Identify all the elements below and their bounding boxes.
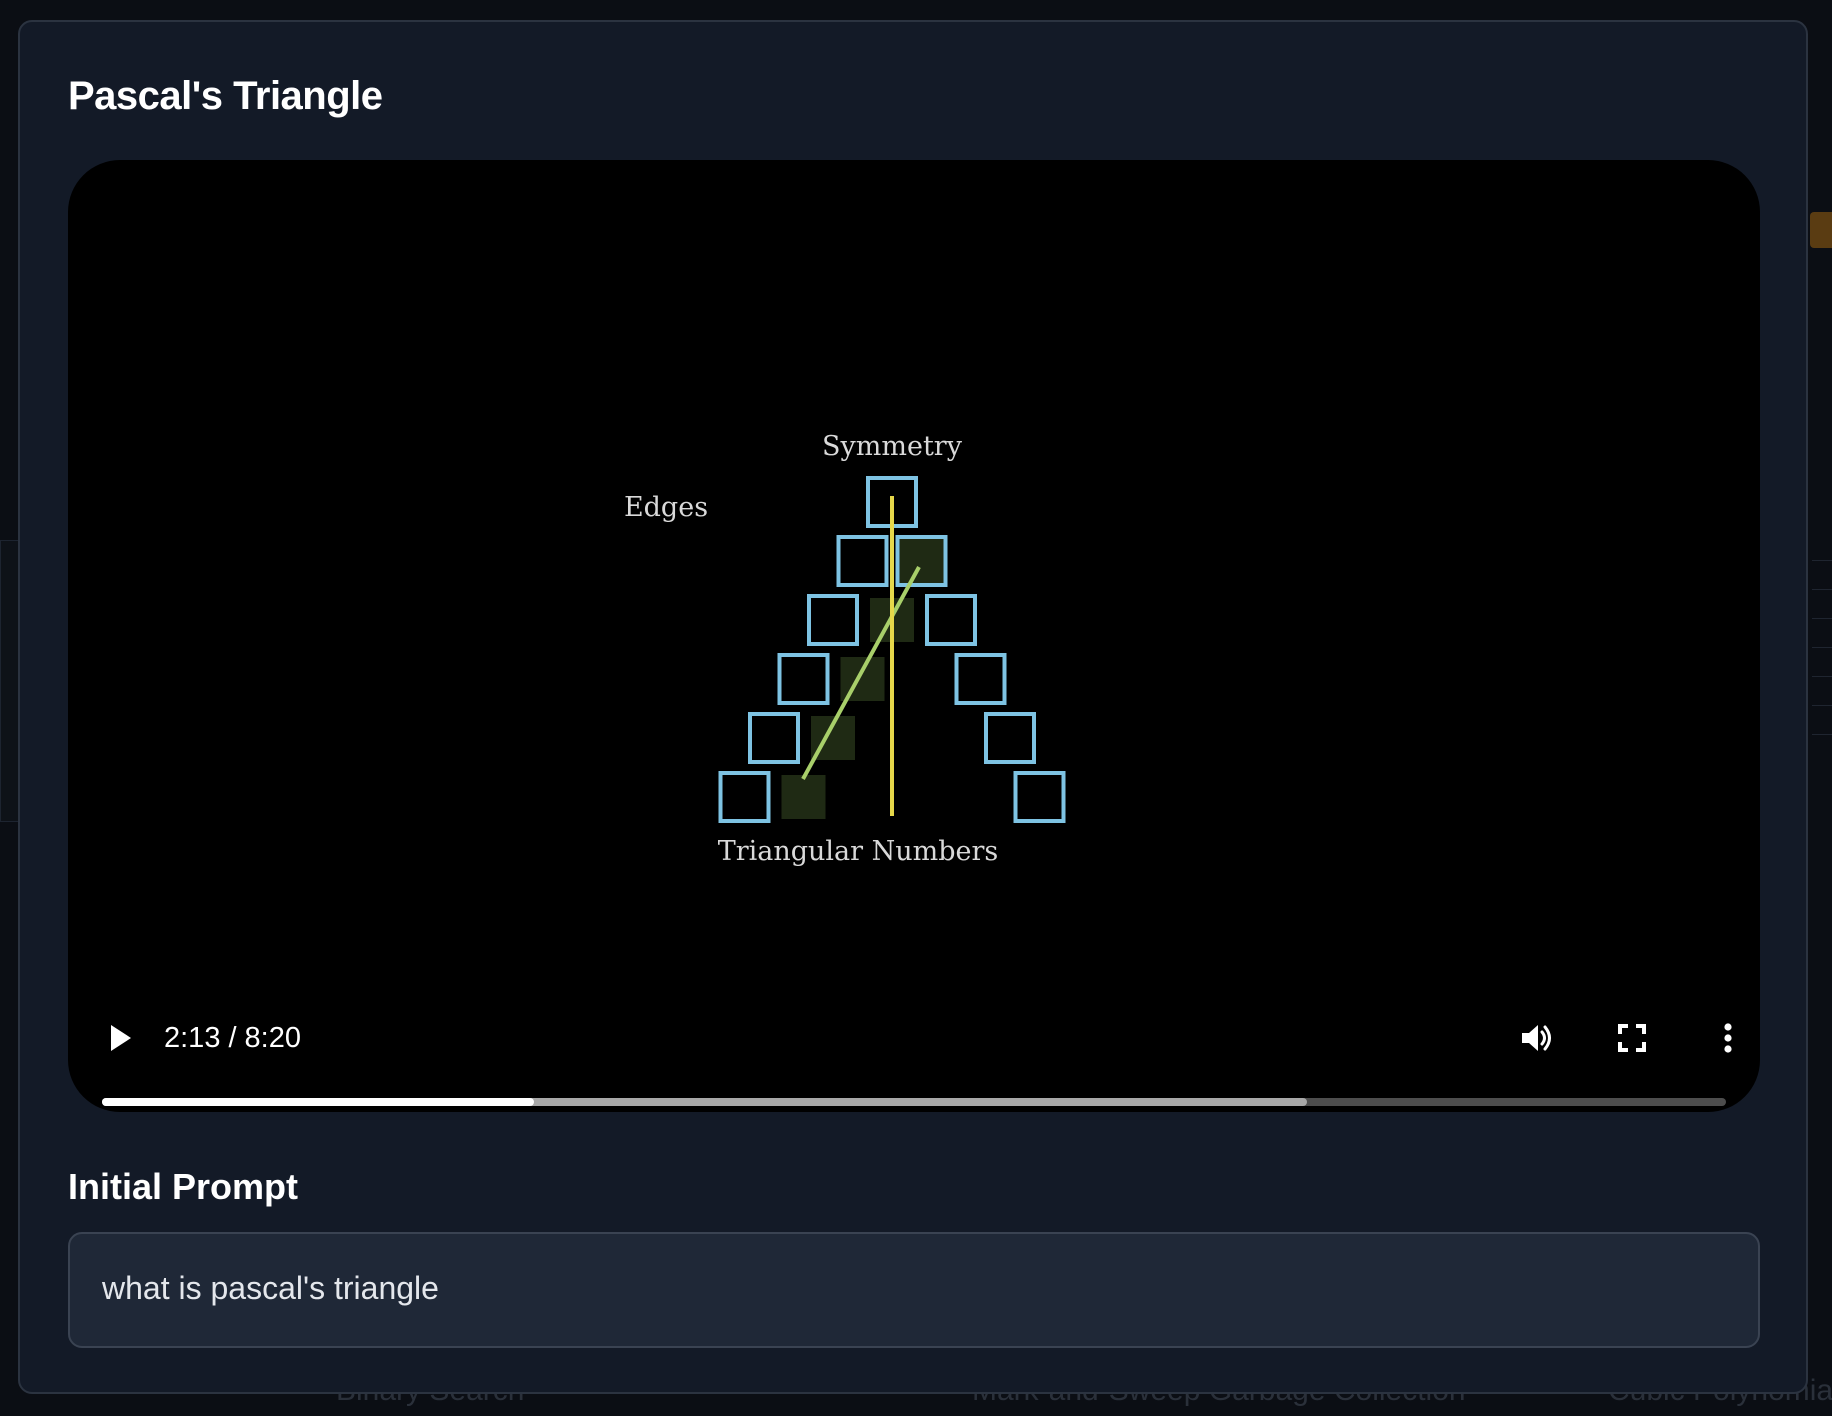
fullscreen-icon xyxy=(1618,1024,1646,1052)
triangle-cell xyxy=(954,653,1007,705)
triangle-cell xyxy=(807,594,859,646)
highlighted-cell xyxy=(781,775,826,819)
fullscreen-button[interactable] xyxy=(1612,1018,1652,1058)
time-display: 2:13/8:20 xyxy=(164,1022,301,1055)
initial-prompt-box: what is pascal's triangle xyxy=(68,1232,1760,1348)
progress-played xyxy=(102,1098,534,1106)
duration: 8:20 xyxy=(244,1022,301,1054)
triangle-cell xyxy=(748,712,800,764)
more-vertical-icon xyxy=(1724,1023,1732,1053)
diagonal-line xyxy=(801,566,921,780)
background-list xyxy=(1812,560,1832,861)
triangle-cell xyxy=(984,712,1036,764)
triangle-cell xyxy=(836,535,889,587)
triangle-cell xyxy=(718,771,771,823)
triangle-cell xyxy=(777,653,830,705)
volume-icon xyxy=(1522,1025,1551,1051)
video-controls: 2:13/8:20 xyxy=(68,1000,1760,1112)
highlighted-cell xyxy=(899,539,944,583)
video-frame: Symmetry Edges Triangular Numbers xyxy=(624,431,1066,867)
current-time: 2:13 xyxy=(164,1022,221,1054)
triangular-numbers-label: Triangular Numbers xyxy=(718,836,999,867)
play-button[interactable] xyxy=(102,1020,138,1056)
time-separator: / xyxy=(228,1022,237,1054)
play-icon xyxy=(111,1025,131,1051)
background-card xyxy=(0,540,20,822)
volume-button[interactable] xyxy=(1516,1018,1556,1058)
initial-prompt-heading: Initial Prompt xyxy=(68,1166,299,1207)
triangle-cell xyxy=(1013,771,1066,823)
edges-label: Edges xyxy=(624,492,708,523)
video-player[interactable]: Symmetry Edges Triangular Numbers 2:13/8… xyxy=(68,160,1760,1112)
symmetry-label: Symmetry xyxy=(822,431,963,462)
background-badge xyxy=(1810,212,1832,248)
video-modal: Pascal's Triangle Symmetry Edges Triangu… xyxy=(18,20,1808,1394)
progress-bar[interactable] xyxy=(102,1098,1726,1106)
more-options-button[interactable] xyxy=(1708,1018,1748,1058)
triangle-cell xyxy=(925,594,977,646)
modal-title: Pascal's Triangle xyxy=(68,74,383,118)
